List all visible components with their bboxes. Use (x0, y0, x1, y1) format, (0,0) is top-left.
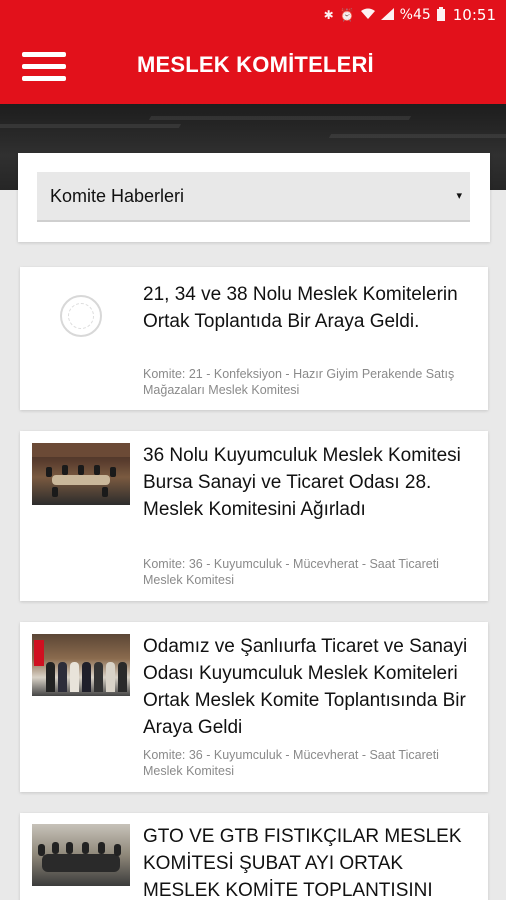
filter-card: Komite Haberleri ▾ (18, 153, 490, 242)
news-thumbnail (32, 443, 130, 505)
news-item[interactable]: Odamız ve Şanlıurfa Ticaret ve Sanayi Od… (20, 622, 488, 792)
news-title: Odamız ve Şanlıurfa Ticaret ve Sanayi Od… (143, 636, 468, 738)
app-bar: MESLEK KOMİTELERİ (0, 30, 506, 104)
dropdown-arrow-icon: ▾ (456, 190, 462, 202)
news-committee: Komite: 21 - Konfeksiyon - Hazır Giyim P… (143, 367, 455, 397)
news-committee: Komite: 36 - Kuyumculuk - Mücevherat - S… (143, 748, 439, 778)
news-item[interactable]: GTO VE GTB FISTIKÇILAR MESLEK KOMİTESİ Ş… (20, 813, 488, 900)
signal-icon (380, 7, 394, 23)
clock: 10:51 (452, 6, 496, 24)
news-thumbnail (32, 634, 130, 696)
news-thumbnail (32, 824, 130, 886)
page-title: MESLEK KOMİTELERİ (137, 52, 374, 77)
news-item[interactable]: 36 Nolu Kuyumculuk Meslek Komitesi Bursa… (20, 431, 488, 601)
hamburger-menu-icon[interactable] (22, 50, 68, 84)
news-title: 36 Nolu Kuyumculuk Meslek Komitesi Bursa… (143, 445, 461, 520)
alarm-icon: ⏰ (339, 8, 355, 22)
wifi-icon (360, 8, 375, 23)
battery-icon (436, 6, 445, 24)
bluetooth-icon: ✱ (323, 8, 334, 22)
category-dropdown[interactable]: Komite Haberleri ▾ (37, 172, 470, 222)
dropdown-selected-value: Komite Haberleri (50, 186, 185, 206)
news-item[interactable]: 21, 34 ve 38 Nolu Meslek Komitelerin Ort… (20, 267, 488, 410)
battery-level: %45 (399, 7, 431, 23)
news-committee: Komite: 36 - Kuyumculuk - Mücevherat - S… (143, 557, 439, 587)
status-bar: ✱ ⏰ %45 10:51 (0, 0, 506, 30)
news-title: GTO VE GTB FISTIKÇILAR MESLEK KOMİTESİ Ş… (143, 826, 462, 900)
news-title: 21, 34 ve 38 Nolu Meslek Komitelerin Ort… (143, 284, 458, 332)
news-thumbnail (32, 285, 130, 347)
